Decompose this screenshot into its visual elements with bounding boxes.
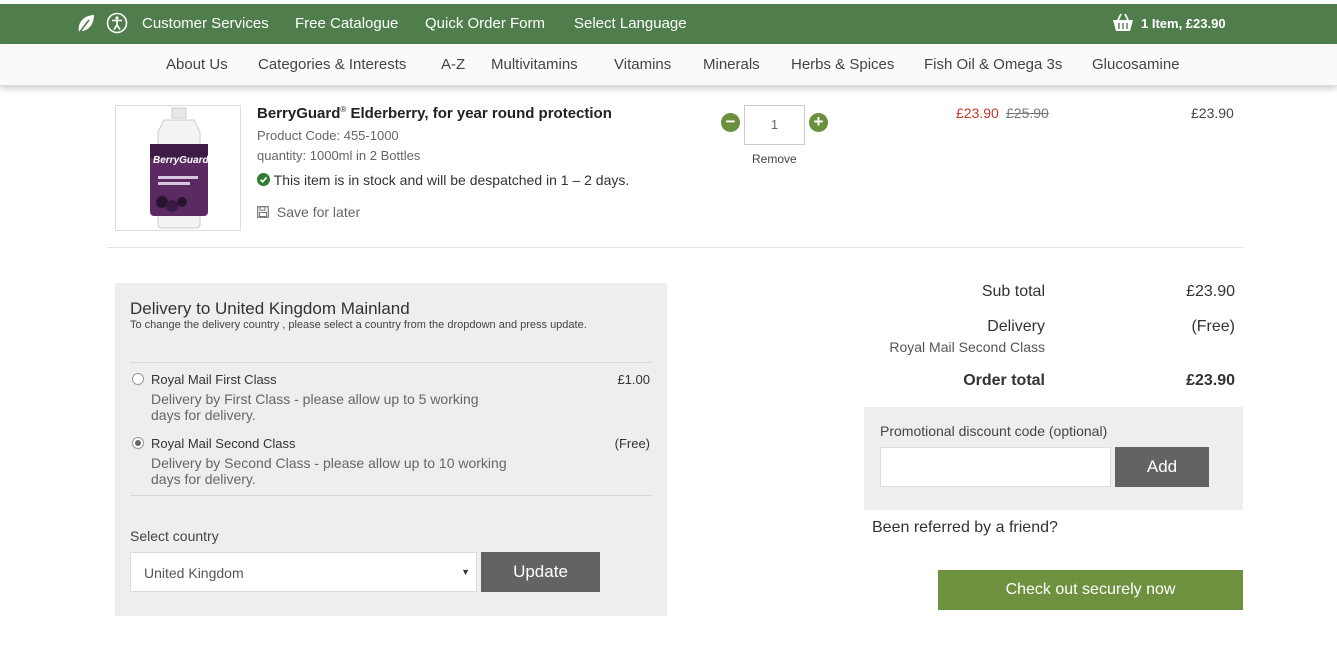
option-desc-first-class: Delivery by First Class - please allow u… [151,391,479,423]
product-quantity-info: quantity: 1000ml in 2 Bottles [257,148,421,163]
select-country-label: Select country [130,528,219,544]
option-desc-second-class: Delivery by Second Class - please allow … [151,455,507,487]
order-total-label: Order total [963,372,1045,389]
nav-about-us[interactable]: About Us [166,56,228,73]
product-title[interactable]: BerryGuard® Elderberry, for year round p… [257,105,612,122]
select-language-link[interactable]: Select Language [574,15,687,32]
line-total: £23.90 [1191,105,1234,121]
nav-fish-oil[interactable]: Fish Oil & Omega 3s [924,56,1062,73]
stock-text: This item is in stock and will be despat… [273,172,630,188]
delivery-value: (Free) [1191,318,1235,335]
customer-services-link[interactable]: Customer Services [142,15,269,32]
save-for-later-link[interactable]: Save for later [257,204,360,220]
radio-first-class[interactable] [132,373,144,385]
accessibility-icon[interactable] [106,12,130,36]
product-code: Product Code: 455-1000 [257,128,399,143]
promo-add-button[interactable]: Add [1115,447,1209,487]
decrease-quantity-button[interactable]: − [721,113,740,132]
country-select[interactable]: United Kingdom ▼ [130,552,477,592]
remove-item-link[interactable]: Remove [752,152,797,166]
category-nav: About Us Categories & Interests A-Z Mult… [0,44,1337,86]
nav-minerals[interactable]: Minerals [703,56,760,73]
quantity-input[interactable]: 1 [744,105,805,145]
radio-second-class[interactable] [132,437,144,449]
leaf-icon[interactable] [75,12,99,36]
free-catalogue-link[interactable]: Free Catalogue [295,15,398,32]
item-price: £23.90 [956,105,999,121]
delivery-title: Delivery to United Kingdom Mainland [130,299,410,318]
promo-label: Promotional discount code (optional) [880,423,1108,439]
option-price-second-class: (Free) [614,436,650,451]
delivery-panel: Delivery to United Kingdom Mainland To c… [115,283,667,616]
nav-vitamins[interactable]: Vitamins [614,56,671,73]
basket-divider [107,247,1244,248]
save-for-later-label: Save for later [276,204,361,220]
nav-a-z[interactable]: A-Z [441,56,465,73]
option-name-second-class[interactable]: Royal Mail Second Class [151,436,296,451]
delivery-divider [130,495,652,496]
promo-panel: Promotional discount code (optional) Add [864,407,1243,510]
stock-status: This item is in stock and will be despat… [257,172,629,188]
product-image[interactable]: BerryGuard [115,105,241,231]
subtotal-label: Sub total [981,283,1045,300]
top-utility-bar: Customer Services Free Catalogue Quick O… [0,4,1337,44]
order-total-value: £23.90 [1186,372,1235,389]
increase-quantity-button[interactable]: + [809,113,828,132]
product-brand: BerryGuard [257,105,341,122]
quick-order-form-link[interactable]: Quick Order Form [425,15,545,32]
update-button[interactable]: Update [481,552,600,592]
delivery-subtitle: To change the delivery country , please … [130,319,587,331]
subtotal-value: £23.90 [1186,283,1235,300]
checkout-button[interactable]: Check out securely now [938,570,1243,610]
promo-code-input[interactable] [880,447,1111,487]
item-was-price: £25.90 [1006,105,1049,121]
nav-glucosamine[interactable]: Glucosamine [1092,56,1180,73]
option-price-first-class: £1.00 [617,372,650,387]
save-disk-icon [257,206,269,218]
delivery-label: Delivery [987,318,1045,335]
basket-icon[interactable] [1111,12,1135,36]
country-select-value: United Kingdom [144,565,244,581]
product-title-rest: Elderberry, for year round protection [346,105,612,122]
dropdown-caret-icon: ▼ [461,567,470,577]
delivery-method: Royal Mail Second Class [889,339,1045,355]
nav-categories-interests[interactable]: Categories & Interests [258,56,406,73]
basket-summary[interactable]: 1 Item, £23.90 [1141,16,1226,31]
option-name-first-class[interactable]: Royal Mail First Class [151,372,277,387]
bottle-label: BerryGuard [153,155,209,166]
nav-multivitamins[interactable]: Multivitamins [491,56,578,73]
referred-friend-link[interactable]: Been referred by a friend? [872,519,1058,537]
check-circle-icon [257,173,270,186]
delivery-divider [130,362,652,363]
nav-herbs-spices[interactable]: Herbs & Spices [791,56,894,73]
